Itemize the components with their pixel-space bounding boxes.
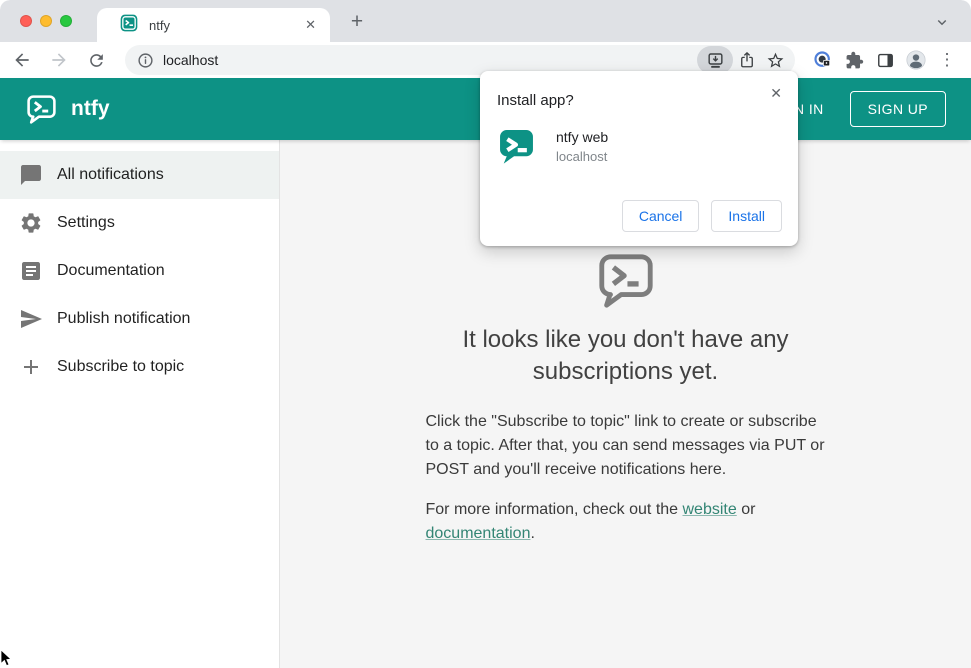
- side-panel-button[interactable]: [871, 46, 899, 74]
- close-window-button[interactable]: [20, 15, 32, 27]
- sidebar-item-label: All notifications: [57, 166, 164, 183]
- website-link[interactable]: website: [683, 501, 737, 518]
- browser-window: ntfy ✕ + localhost ⋮ ntfy IN SIGN UP All…: [0, 0, 971, 668]
- dialog-app-row: ntfy web localhost: [497, 127, 782, 166]
- sidebar-item-publish-notification[interactable]: Publish notification: [0, 295, 279, 343]
- back-button[interactable]: [8, 46, 36, 74]
- profile-button[interactable]: [902, 46, 930, 74]
- tab-favicon-icon: [119, 13, 139, 38]
- star-icon: [767, 52, 783, 68]
- side-panel-icon: [877, 53, 893, 67]
- dialog-app-origin: localhost: [556, 149, 608, 164]
- tab-title: ntfy: [149, 17, 170, 33]
- brand-title: ntfy: [71, 97, 110, 120]
- sidebar-item-label: Subscribe to topic: [57, 358, 185, 375]
- send-icon: [19, 307, 43, 331]
- install-icon: [707, 52, 723, 68]
- forward-arrow-icon: [52, 53, 66, 67]
- dialog-actions: Cancel Install: [621, 200, 782, 232]
- minimize-window-button[interactable]: [40, 15, 52, 27]
- avatar-icon: [906, 50, 926, 70]
- ntfy-logo-large-icon: [598, 254, 653, 308]
- mouse-cursor: [0, 650, 12, 667]
- cancel-button[interactable]: Cancel: [621, 200, 700, 232]
- browser-tab-ntfy[interactable]: ntfy ✕: [97, 8, 330, 42]
- puzzle-icon: [846, 51, 863, 68]
- lock-circle-extension-icon: [814, 51, 831, 67]
- dialog-app-name: ntfy web: [556, 129, 609, 145]
- documentation-link[interactable]: documentation: [426, 525, 531, 542]
- chat-bubble-icon: [19, 163, 43, 187]
- bookmark-button[interactable]: [761, 46, 789, 74]
- share-icon: [741, 52, 753, 68]
- extensions-button[interactable]: [840, 46, 868, 74]
- browser-titlebar: ntfy ✕ +: [0, 0, 971, 42]
- browser-menu-button[interactable]: ⋮: [933, 46, 961, 74]
- traffic-lights: [20, 15, 72, 27]
- plus-icon: [19, 355, 43, 379]
- share-button[interactable]: [733, 46, 761, 74]
- sidebar-item-subscribe-to-topic[interactable]: Subscribe to topic: [0, 343, 279, 391]
- zoom-window-button[interactable]: [60, 15, 72, 27]
- install-app-dialog: Install app? ✕ ntfy web localhost Cancel…: [480, 71, 798, 246]
- tab-close-button[interactable]: ✕: [301, 15, 320, 35]
- gear-icon: [19, 211, 43, 235]
- sidebar: All notifications Settings Documentation…: [0, 140, 280, 668]
- ntfy-logo-icon: [25, 93, 58, 126]
- install-button[interactable]: Install: [711, 200, 782, 232]
- ntfy-app-icon: [497, 127, 536, 166]
- forward-button[interactable]: [45, 46, 73, 74]
- chevron-down-icon: [937, 19, 947, 26]
- empty-state-links-paragraph: For more information, check out the webs…: [426, 498, 826, 546]
- sidebar-item-documentation[interactable]: Documentation: [0, 247, 279, 295]
- sidebar-item-all-notifications[interactable]: All notifications: [0, 151, 279, 199]
- back-arrow-icon: [15, 53, 29, 67]
- links-paragraph-suffix: .: [530, 525, 535, 542]
- empty-state-heading: It looks like you don't have any subscri…: [462, 326, 789, 385]
- tab-search-chevron-button[interactable]: [933, 13, 951, 31]
- reload-icon: [89, 53, 103, 67]
- links-paragraph-mid: or: [736, 501, 756, 518]
- sidebar-item-settings[interactable]: Settings: [0, 199, 279, 247]
- dialog-title: Install app?: [497, 92, 574, 109]
- sidebar-item-label: Documentation: [57, 262, 165, 279]
- sidebar-item-label: Settings: [57, 214, 115, 231]
- empty-state-paragraph: Click the "Subscribe to topic" link to c…: [425, 413, 825, 478]
- new-tab-button[interactable]: +: [344, 9, 370, 35]
- article-icon: [19, 259, 43, 283]
- url-text[interactable]: localhost: [163, 52, 697, 68]
- reload-button[interactable]: [82, 46, 110, 74]
- sign-up-button[interactable]: SIGN UP: [849, 91, 946, 127]
- sidebar-item-label: Publish notification: [57, 310, 191, 327]
- dialog-close-button[interactable]: ✕: [766, 83, 786, 104]
- privacy-extension-button[interactable]: [809, 46, 837, 74]
- install-app-button[interactable]: [697, 46, 733, 74]
- site-info-icon[interactable]: [137, 52, 154, 69]
- links-paragraph-prefix: For more information, check out the: [425, 501, 683, 518]
